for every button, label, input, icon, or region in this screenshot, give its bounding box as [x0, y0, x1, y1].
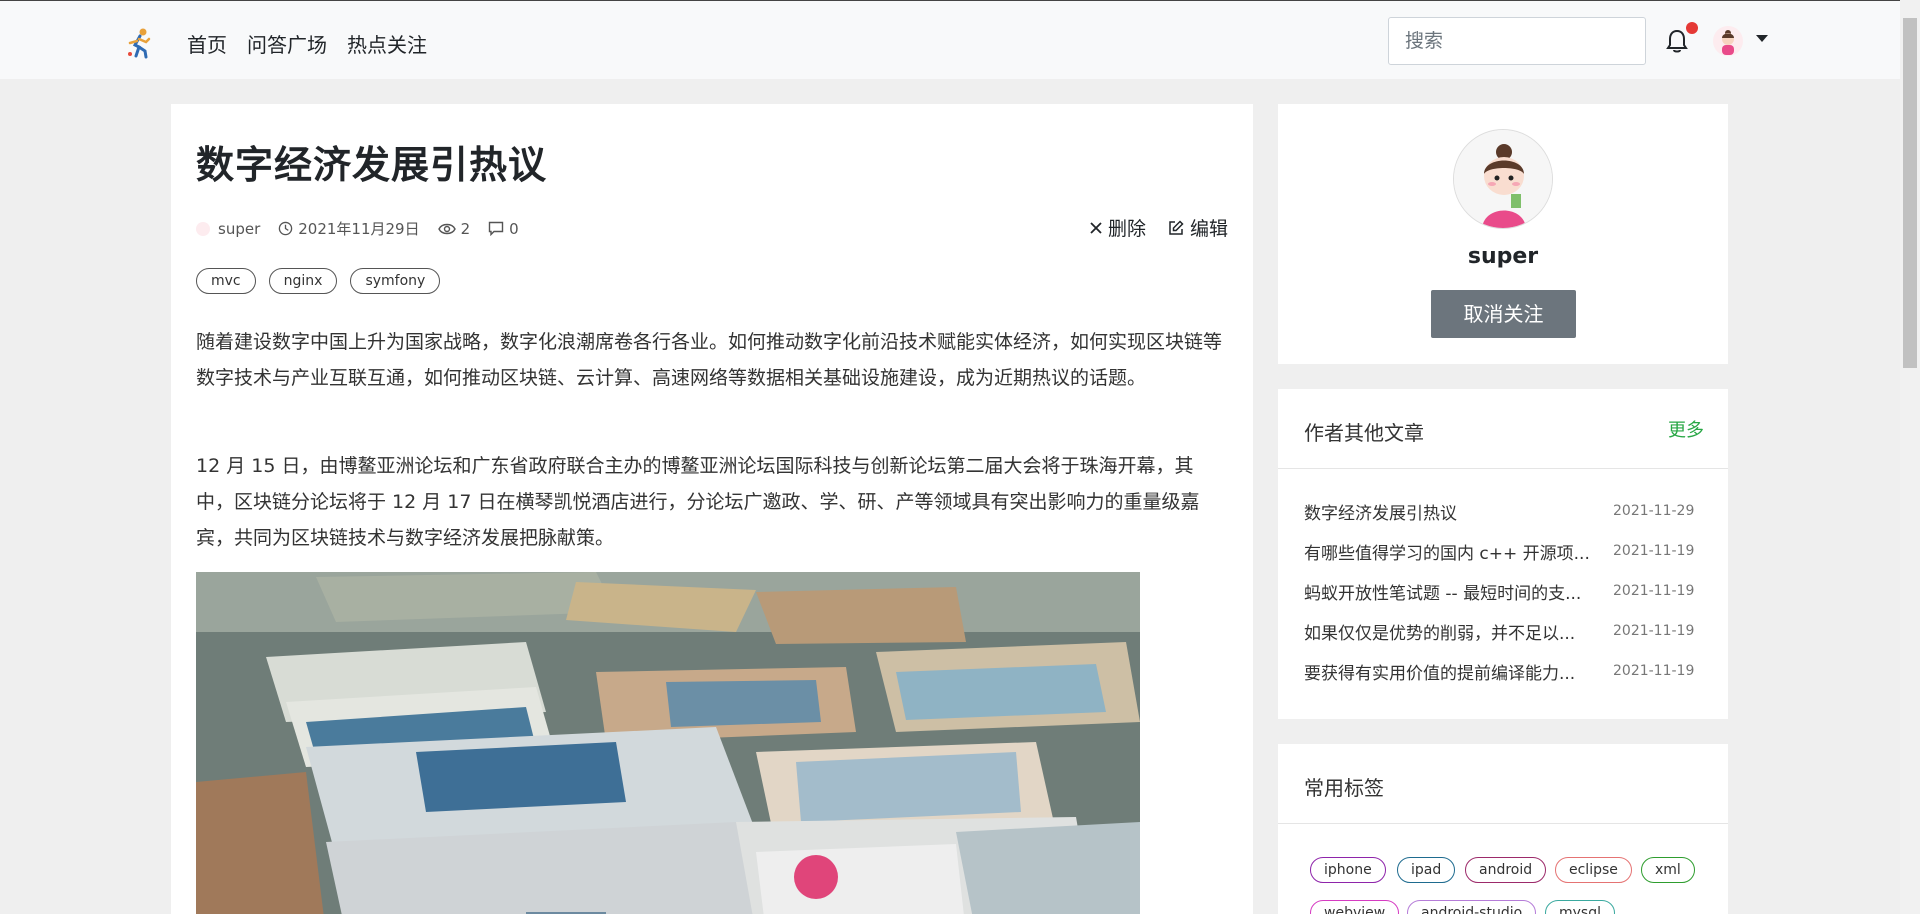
- article-card: 数字经济发展引热议 super 2021年11月29日 2 0 删除 编辑 mv: [171, 104, 1253, 914]
- author-profile-avatar[interactable]: [1453, 129, 1553, 229]
- article-list-item[interactable]: 数字经济发展引热议 2021-11-29: [1304, 499, 1704, 529]
- author-name: super: [218, 219, 261, 238]
- other-articles-card: 作者其他文章 更多 数字经济发展引热议 2021-11-29 有哪些值得学习的国…: [1278, 389, 1728, 719]
- eye-icon: [437, 223, 456, 234]
- article-list-date: 2021-11-19: [1613, 583, 1695, 599]
- tag-mvc[interactable]: mvc: [196, 268, 256, 294]
- tag-pill[interactable]: mysql: [1545, 900, 1615, 914]
- article-date: 2021年11月29日: [298, 220, 420, 238]
- article-list-title: 数字经济发展引热议: [1304, 504, 1457, 524]
- article-list-item[interactable]: 有哪些值得学习的国内 c++ 开源项... 2021-11-19: [1304, 539, 1704, 569]
- article-list-item[interactable]: 如果仅仅是优势的削弱，并不足以... 2021-11-19: [1304, 619, 1704, 649]
- nav-link-qa-square[interactable]: 问答广场: [247, 29, 327, 58]
- common-tags-card: 常用标签 iphone ipad android eclipse xml web…: [1278, 744, 1728, 914]
- notification-dot: [1686, 22, 1698, 34]
- comments-info: 0: [488, 220, 519, 238]
- tag-pill[interactable]: webview: [1310, 900, 1400, 914]
- search-input[interactable]: [1388, 17, 1646, 65]
- top-navbar: 首页 问答广场 热点关注: [0, 0, 1900, 79]
- article-list-title: 要获得有实用价值的提前编译能力...: [1304, 664, 1576, 684]
- nav-link-hot-topics[interactable]: 热点关注: [347, 29, 427, 58]
- article-meta: super 2021年11月29日 2 0: [196, 218, 537, 239]
- article-actions: 删除 编辑: [1068, 214, 1228, 241]
- author-profile-card: super 取消关注: [1278, 104, 1728, 364]
- profile-name: super: [1467, 244, 1539, 269]
- article-title: 数字经济发展引热议: [196, 143, 548, 187]
- comment-icon: [488, 221, 504, 236]
- tag-nginx[interactable]: nginx: [268, 268, 338, 294]
- article-paragraph: 随着建设数字中国上升为国家战略，数字化浪潮席卷各行各业。如何推动数字化前沿技术赋…: [196, 331, 1223, 389]
- view-count: 2: [460, 219, 471, 238]
- scrollbar-thumb[interactable]: [1903, 18, 1917, 368]
- article-list-item[interactable]: 要获得有实用价值的提前编译能力... 2021-11-19: [1304, 659, 1704, 689]
- author-avatar: [196, 221, 210, 236]
- article-list-title: 蚂蚁开放性笔试题 -- 最短时间的支...: [1304, 584, 1582, 604]
- article-list-title: 如果仅仅是优势的削弱，并不足以...: [1304, 624, 1576, 644]
- edit-label: 编辑: [1189, 218, 1228, 240]
- close-icon: [1090, 221, 1102, 234]
- author-info[interactable]: super: [196, 220, 260, 238]
- unfollow-button[interactable]: 取消关注: [1431, 290, 1576, 338]
- article-tags: mvc nginx symfony: [196, 268, 453, 294]
- article-paragraph: 12 月 15 日，由博鳌亚洲论坛和广东省政府联合主办的博鳌亚洲论坛国际科技与创…: [196, 455, 1200, 549]
- article-list-date: 2021-11-19: [1613, 663, 1695, 679]
- article-list-item[interactable]: 蚂蚁开放性笔试题 -- 最短时间的支... 2021-11-19: [1304, 579, 1704, 609]
- common-tags-title: 常用标签: [1304, 776, 1384, 800]
- tag-pill[interactable]: android: [1465, 857, 1547, 883]
- tag-pill[interactable]: xml: [1641, 857, 1695, 883]
- runner-logo-icon[interactable]: [124, 27, 154, 59]
- nav-link-home[interactable]: 首页: [187, 29, 227, 58]
- article-list-title: 有哪些值得学习的国内 c++ 开源项...: [1304, 544, 1590, 564]
- delete-button[interactable]: 删除: [1090, 214, 1146, 241]
- edit-button[interactable]: 编辑: [1168, 214, 1228, 241]
- article-list-date: 2021-11-19: [1613, 623, 1695, 639]
- comment-count: 0: [509, 219, 519, 238]
- views-info: 2: [437, 219, 471, 238]
- article-image: [196, 572, 1140, 914]
- delete-label: 删除: [1107, 218, 1146, 240]
- card-header: 常用标签: [1278, 744, 1728, 824]
- card-header: 作者其他文章 更多: [1278, 389, 1728, 469]
- user-avatar[interactable]: [1713, 26, 1743, 56]
- other-articles-title: 作者其他文章: [1304, 421, 1424, 445]
- date-info: 2021年11月29日: [278, 218, 420, 239]
- edit-icon: [1169, 219, 1184, 235]
- chevron-down-icon[interactable]: [1756, 35, 1768, 42]
- article-list-date: 2021-11-19: [1613, 543, 1695, 559]
- tag-pill[interactable]: iphone: [1310, 857, 1386, 883]
- tag-pill[interactable]: ipad: [1397, 857, 1456, 883]
- tag-pill[interactable]: eclipse: [1555, 857, 1632, 883]
- article-list-date: 2021-11-29: [1613, 503, 1695, 519]
- tag-pill[interactable]: android-studio: [1407, 900, 1537, 914]
- more-link[interactable]: 更多: [1668, 416, 1704, 442]
- tag-symfony[interactable]: symfony: [350, 268, 441, 294]
- clock-icon: [279, 221, 293, 236]
